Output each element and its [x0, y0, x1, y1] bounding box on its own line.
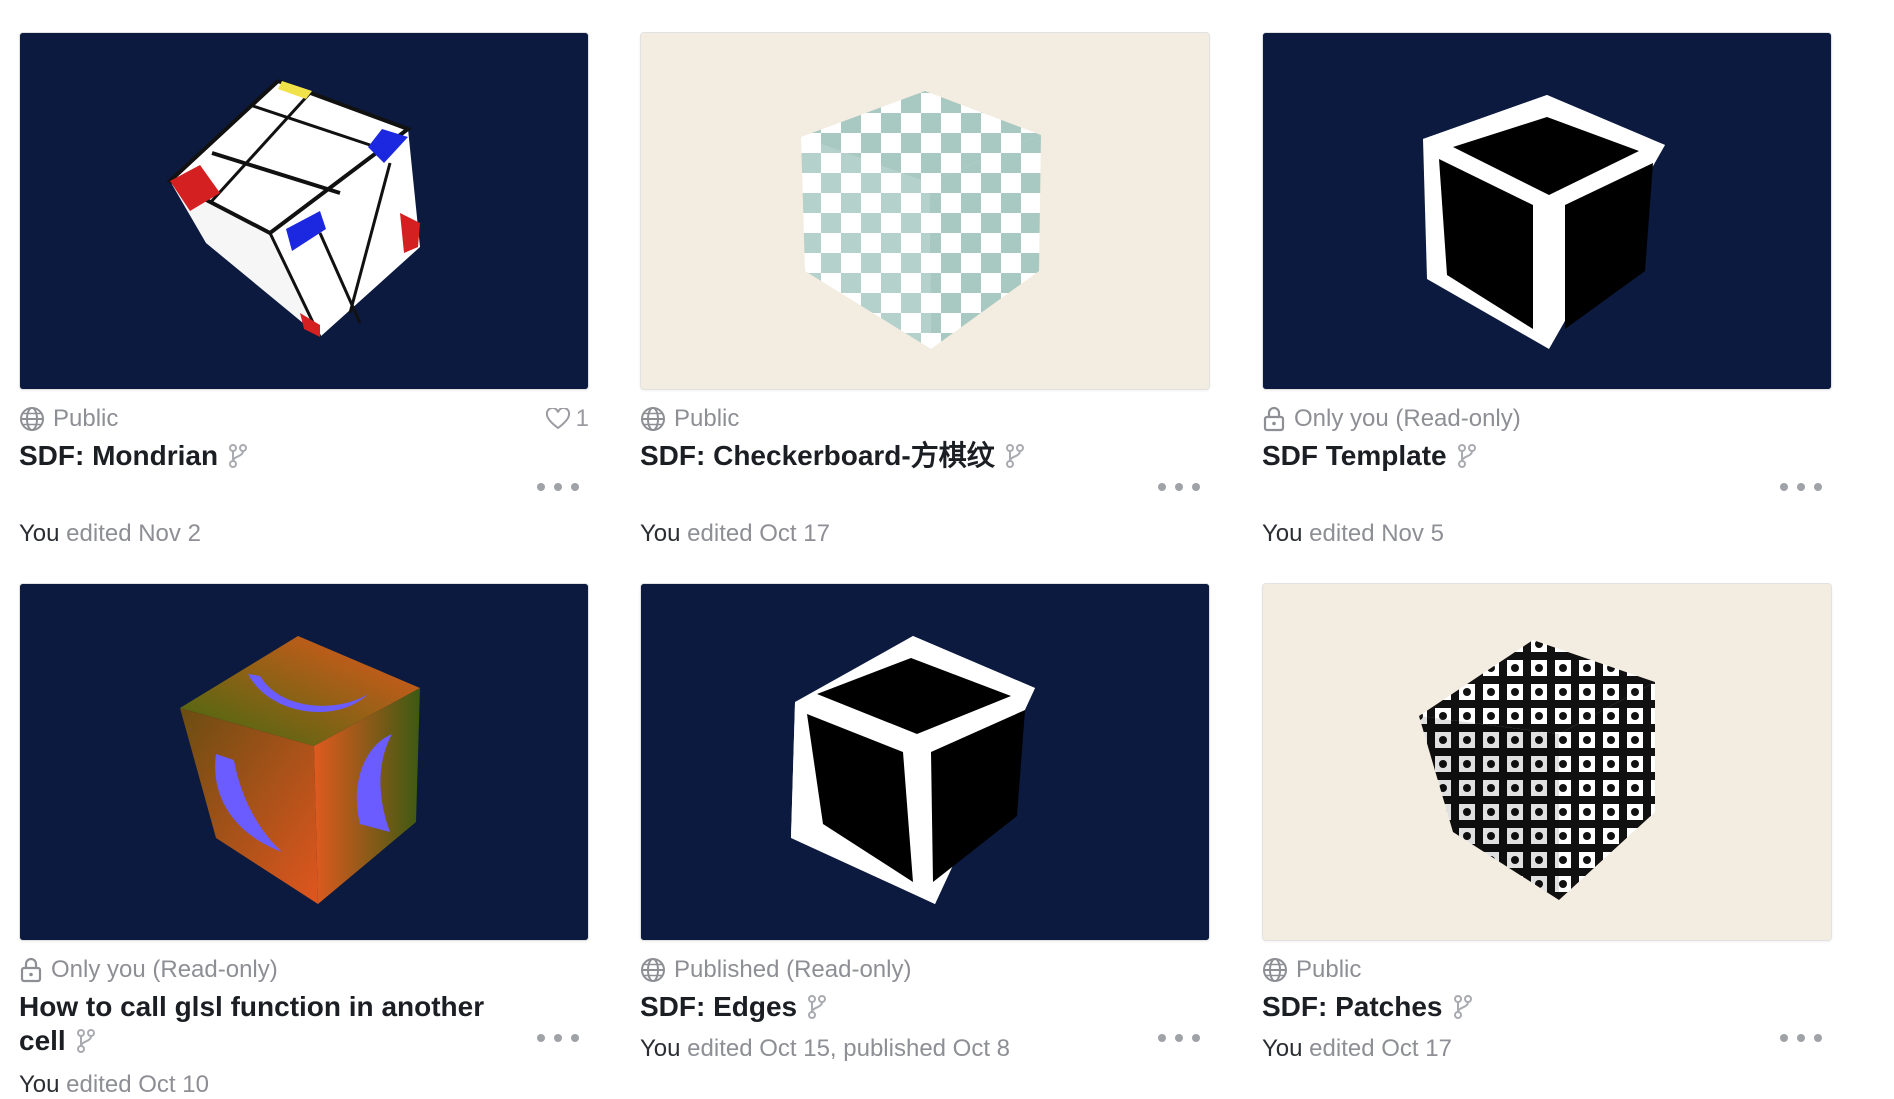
- editor-name: You: [19, 1071, 60, 1098]
- edited-date: edited Oct 17: [680, 520, 830, 547]
- edited-info: You edited Nov 5: [1262, 520, 1444, 548]
- heart-icon: [545, 408, 570, 430]
- editor-name: You: [19, 520, 60, 547]
- notebook-title-text[interactable]: SDF: Patches: [1262, 991, 1443, 1022]
- visibility-label: Public: [53, 405, 119, 432]
- edited-info: You edited Oct 10: [19, 1071, 209, 1099]
- lock-icon: [1263, 406, 1285, 432]
- editor-name: You: [1262, 520, 1303, 547]
- more-options-button[interactable]: [1780, 477, 1822, 497]
- like-count: 1: [575, 405, 589, 432]
- visibility-label: Public: [674, 405, 740, 432]
- fork-icon: [1453, 995, 1472, 1019]
- notebook-title[interactable]: How to call glsl function in another cel…: [19, 990, 524, 1058]
- fork-icon: [229, 444, 248, 468]
- globe-icon: [1263, 958, 1287, 982]
- edited-date: edited Nov 5: [1302, 520, 1444, 547]
- notebook-title[interactable]: SDF: Patches: [1262, 990, 1767, 1024]
- like-button[interactable]: 1: [545, 405, 589, 433]
- more-options-button[interactable]: [537, 477, 579, 497]
- globe-icon: [641, 407, 665, 431]
- edited-date: edited Oct 17: [1302, 1035, 1452, 1062]
- globe-icon: [641, 958, 665, 982]
- visibility-label: Published (Read-only): [674, 956, 912, 983]
- edited-info: You edited Nov 2: [19, 520, 201, 548]
- edited-date: edited Nov 2: [59, 520, 201, 547]
- visibility-label: Only you (Read-only): [51, 956, 278, 983]
- notebook-thumbnail-edges[interactable]: [640, 583, 1210, 941]
- notebook-title-text[interactable]: SDF: Edges: [640, 991, 797, 1022]
- more-options-button[interactable]: [537, 1028, 579, 1048]
- fork-icon: [1005, 444, 1024, 468]
- notebook-thumbnail-gradient[interactable]: [19, 583, 589, 941]
- fork-icon: [808, 995, 827, 1019]
- visibility-row: Only you (Read-only): [19, 956, 589, 984]
- edited-info: You edited Oct 15, published Oct 8: [640, 1035, 1010, 1063]
- notebook-title-text[interactable]: SDF Template: [1262, 440, 1447, 471]
- visibility-row: Published (Read-only): [640, 956, 1210, 984]
- visibility-row: Only you (Read-only): [1262, 405, 1832, 433]
- more-options-button[interactable]: [1158, 1028, 1200, 1048]
- edited-info: You edited Oct 17: [1262, 1035, 1452, 1063]
- editor-name: You: [640, 520, 681, 547]
- editor-name: You: [1262, 1035, 1303, 1062]
- more-options-button[interactable]: [1158, 477, 1200, 497]
- visibility-row: Public: [640, 405, 1210, 433]
- fork-icon: [76, 1029, 95, 1053]
- notebook-thumbnail-mondrian[interactable]: [19, 32, 589, 390]
- notebook-title-text[interactable]: SDF: Mondrian: [19, 440, 218, 471]
- notebook-title-text[interactable]: SDF: Checkerboard-方棋纹: [640, 440, 995, 471]
- notebook-title[interactable]: SDF: Edges: [640, 990, 1145, 1024]
- more-options-button[interactable]: [1780, 1028, 1822, 1048]
- notebook-title[interactable]: SDF Template: [1262, 439, 1767, 473]
- notebook-thumbnail-checkerboard[interactable]: [640, 32, 1210, 390]
- edited-info: You edited Oct 17: [640, 520, 830, 548]
- visibility-row: Public: [1262, 956, 1832, 984]
- notebook-thumbnail-patches[interactable]: [1262, 583, 1832, 941]
- edited-date: edited Oct 15, published Oct 8: [680, 1035, 1011, 1062]
- notebook-thumbnail-template[interactable]: [1262, 32, 1832, 390]
- visibility-row: Public: [19, 405, 589, 433]
- fork-icon: [1457, 444, 1476, 468]
- notebook-title[interactable]: SDF: Mondrian: [19, 439, 524, 473]
- notebook-title[interactable]: SDF: Checkerboard-方棋纹: [640, 439, 1145, 473]
- lock-icon: [20, 957, 42, 983]
- globe-icon: [20, 407, 44, 431]
- visibility-label: Only you (Read-only): [1294, 405, 1521, 432]
- visibility-label: Public: [1296, 956, 1362, 983]
- edited-date: edited Oct 10: [59, 1071, 209, 1098]
- editor-name: You: [640, 1035, 681, 1062]
